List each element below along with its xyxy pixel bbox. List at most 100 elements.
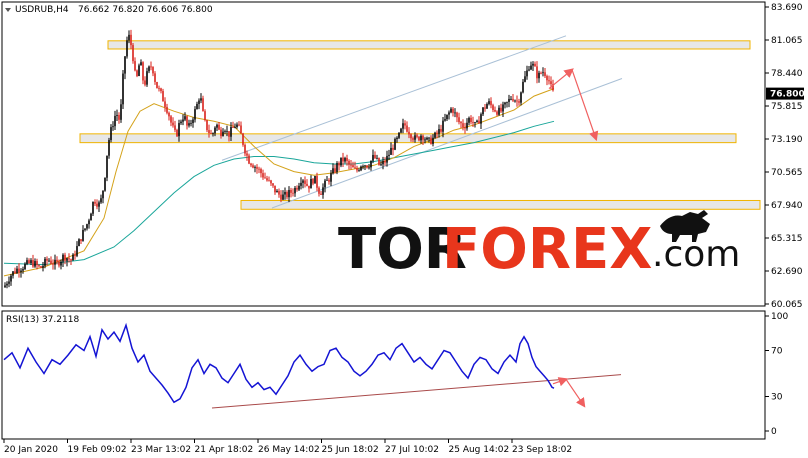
- candle-body: [308, 185, 310, 189]
- candle-body: [188, 123, 190, 126]
- candle-body: [390, 147, 392, 155]
- candle-body: [404, 123, 406, 126]
- candle-body: [396, 137, 398, 140]
- rsi-tick-label: 0: [771, 427, 777, 437]
- price-tick-label: 73.190: [771, 135, 803, 145]
- price-axis: 83.690 81.065 78.440 75.815 73.190 70.565 67.9…: [765, 3, 803, 310]
- candle-body: [326, 179, 328, 181]
- candle-body: [68, 258, 70, 260]
- candle-body: [288, 189, 290, 198]
- candle-body: [454, 112, 456, 114]
- candle-body: [300, 182, 302, 186]
- candle-body: [194, 109, 196, 120]
- rsi-tick-label: 30: [771, 393, 783, 403]
- symbol-label: USDRUB,H4: [15, 5, 69, 15]
- candle-body: [36, 261, 38, 266]
- candle-body: [172, 122, 174, 126]
- last-price-label: 76.800: [770, 90, 805, 100]
- candle-body: [494, 109, 496, 112]
- candle-body: [176, 129, 178, 137]
- candle-body: [180, 121, 182, 124]
- candle-body: [516, 100, 518, 102]
- time-tick-label: 20 Jan 2020: [4, 445, 58, 455]
- candle-body: [460, 122, 462, 124]
- torforex-logo: TOR FOREX .com: [338, 210, 740, 282]
- candle-body: [158, 88, 160, 89]
- candle-body: [154, 73, 156, 82]
- candle-body: [318, 187, 320, 194]
- candle-body: [344, 157, 346, 162]
- candle-body: [528, 69, 530, 71]
- candle-body: [522, 81, 524, 93]
- candle-body: [34, 261, 36, 267]
- price-tick-label: 70.565: [771, 168, 803, 178]
- candle-body: [540, 72, 542, 74]
- candle-body: [78, 239, 80, 247]
- time-axis: 20 Jan 2020 19 Feb 09:02 23 Mar 13:02 21 Ap…: [3, 439, 572, 455]
- candle-body: [6, 283, 8, 286]
- candle-body: [462, 123, 464, 128]
- candle-body: [86, 224, 88, 229]
- candle-body: [532, 63, 534, 66]
- candle-body: [470, 117, 472, 123]
- candle-body: [218, 124, 220, 130]
- candle-body: [340, 157, 342, 166]
- candle-body: [246, 153, 248, 156]
- candle-body: [76, 246, 78, 256]
- candle-body: [322, 187, 324, 195]
- time-tick-label: 26 May 14:02: [258, 445, 320, 455]
- candle-body: [128, 34, 130, 41]
- candle-body: [420, 135, 422, 141]
- candle: [314, 175, 316, 184]
- time-tick-label: 25 Aug 14:02: [449, 445, 510, 455]
- candle: [104, 177, 106, 192]
- candle-body: [220, 129, 222, 137]
- candle-body: [190, 123, 192, 124]
- candle-body: [298, 185, 300, 190]
- candle-body: [104, 177, 106, 191]
- candle-body: [236, 124, 238, 128]
- candle-body: [148, 66, 150, 72]
- candle-body: [440, 129, 442, 132]
- candle-body: [44, 258, 46, 266]
- candle-body: [496, 111, 498, 115]
- candle-body: [260, 168, 262, 174]
- candle-body: [270, 180, 272, 184]
- candle-body: [132, 45, 134, 62]
- candle-body: [330, 173, 332, 182]
- candle-body: [394, 139, 396, 150]
- candle-body: [122, 73, 124, 105]
- candle-body: [80, 239, 82, 241]
- candle-body: [174, 125, 176, 130]
- candle-body: [338, 163, 340, 166]
- usdrub-chart: TOR FOREX .com USDRUB,H4 76.662 76.820 7…: [1, 1, 805, 455]
- candle-body: [282, 194, 284, 200]
- rsi-axis: 100 70 30 0: [765, 312, 788, 437]
- candle-body: [464, 127, 466, 129]
- candle-body: [518, 101, 520, 103]
- candle-body: [170, 116, 172, 123]
- candle-body: [446, 114, 448, 120]
- candle: [78, 238, 80, 247]
- candle-body: [378, 157, 380, 166]
- candle-body: [118, 115, 120, 120]
- candle-body: [348, 160, 350, 165]
- candle-body: [426, 137, 428, 140]
- candle-body: [492, 105, 494, 110]
- candle-body: [252, 165, 254, 168]
- candle-body: [96, 203, 98, 207]
- zone-2: [240, 199, 761, 210]
- candle-body: [114, 115, 116, 127]
- candle-body: [150, 66, 152, 68]
- candle-body: [248, 155, 250, 164]
- candle-body: [366, 165, 368, 168]
- candle-body: [432, 137, 434, 144]
- candle-body: [334, 168, 336, 172]
- candle-body: [226, 131, 228, 132]
- candle-body: [302, 180, 304, 183]
- candle-body: [506, 101, 508, 103]
- candle-body: [254, 167, 256, 168]
- candle-body: [144, 80, 146, 85]
- candle-body: [538, 72, 540, 79]
- candle-body: [268, 180, 270, 182]
